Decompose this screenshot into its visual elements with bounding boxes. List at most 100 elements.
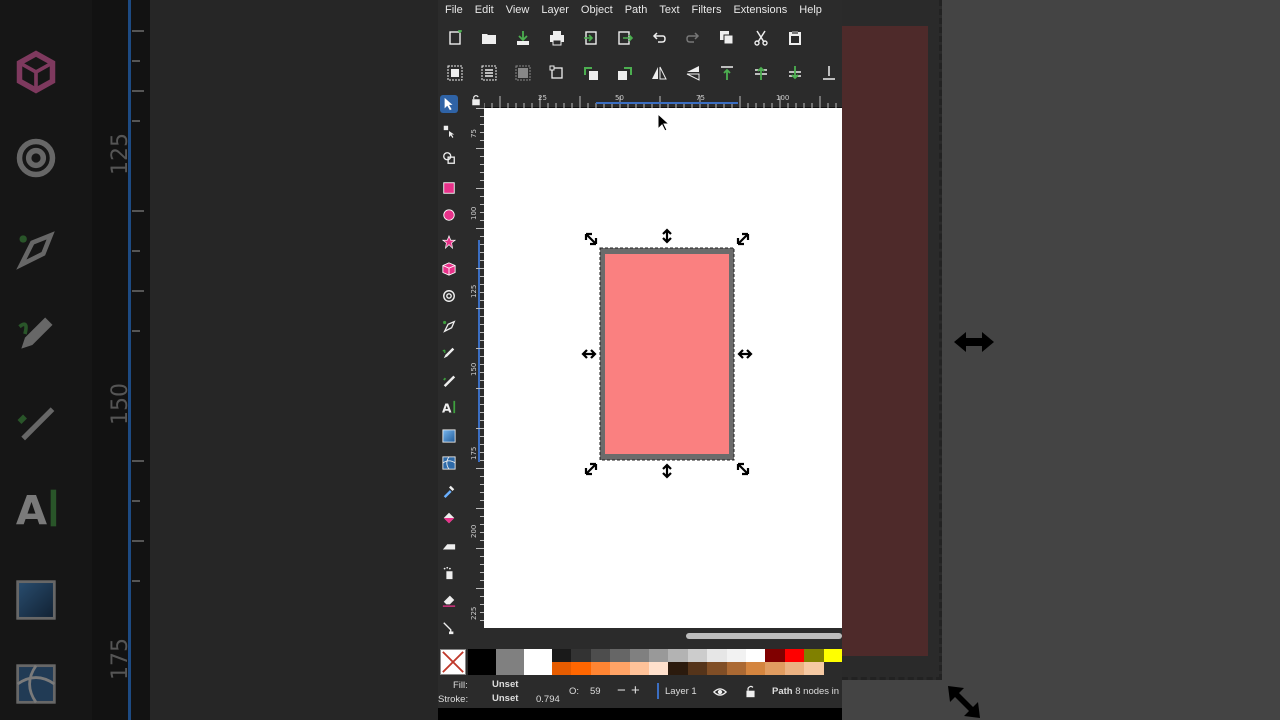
mesh-tool[interactable] [440, 454, 458, 472]
raise-to-top-icon[interactable] [716, 62, 738, 84]
handle-nw[interactable] [584, 232, 598, 246]
eraser-tool[interactable] [440, 591, 458, 609]
swatch[interactable] [629, 662, 649, 675]
spray-tool[interactable] [440, 564, 458, 582]
swatch[interactable] [610, 662, 630, 675]
select-all-layers-icon[interactable] [478, 62, 500, 84]
rectangle-tool[interactable] [440, 179, 458, 197]
swatch[interactable] [707, 662, 727, 675]
swatch[interactable] [746, 662, 766, 675]
lower-icon[interactable] [784, 62, 806, 84]
swatch[interactable] [496, 649, 524, 675]
swatch-none[interactable] [440, 649, 466, 675]
connector-tool[interactable] [440, 619, 458, 637]
fill-value[interactable]: Unset [492, 679, 518, 690]
paste-icon[interactable] [784, 27, 806, 49]
tweak-tool[interactable] [440, 149, 458, 167]
tweak-spray-tool[interactable] [440, 537, 458, 555]
canvas[interactable] [484, 108, 842, 628]
swatch[interactable] [726, 649, 746, 662]
pen-tool[interactable] [440, 317, 458, 335]
opacity-increase-button[interactable]: + [631, 682, 640, 699]
swatch[interactable] [765, 649, 785, 662]
swatch[interactable] [765, 662, 785, 675]
open-icon[interactable] [478, 27, 500, 49]
node-tool[interactable] [440, 122, 458, 140]
handle-se[interactable] [736, 462, 750, 476]
export-icon[interactable] [614, 27, 636, 49]
swatch[interactable] [823, 649, 842, 662]
swatch[interactable] [668, 662, 688, 675]
menu-path[interactable]: Path [625, 4, 648, 16]
handle-s[interactable] [662, 463, 672, 479]
swatch[interactable] [571, 662, 591, 675]
flip-vertical-icon[interactable] [682, 62, 704, 84]
star-tool[interactable] [440, 233, 458, 251]
swatch[interactable] [784, 649, 805, 662]
unlock-icon[interactable] [744, 685, 757, 698]
handle-ne[interactable] [736, 232, 750, 246]
menu-object[interactable]: Object [581, 4, 613, 16]
redo-icon[interactable] [682, 27, 704, 49]
menu-filters[interactable]: Filters [692, 4, 722, 16]
stroke-width-value[interactable]: 0.794 [536, 694, 560, 705]
rectangle-shape[interactable] [605, 254, 729, 454]
swatch[interactable] [629, 649, 649, 662]
cut-icon[interactable] [750, 27, 772, 49]
menu-extensions[interactable]: Extensions [733, 4, 787, 16]
dropper-tool[interactable] [440, 482, 458, 500]
transform-bbox-icon[interactable] [546, 62, 568, 84]
swatch[interactable] [804, 649, 824, 662]
menu-layer[interactable]: Layer [541, 4, 569, 16]
swatch[interactable] [784, 662, 805, 675]
swatch[interactable] [746, 649, 766, 662]
swatch[interactable] [707, 649, 727, 662]
opacity-input[interactable]: 59 [590, 686, 601, 697]
menu-edit[interactable]: Edit [475, 4, 494, 16]
swatch[interactable] [590, 649, 611, 662]
print-icon[interactable] [546, 27, 568, 49]
swatch[interactable] [668, 649, 688, 662]
ruler-corner[interactable] [468, 92, 484, 108]
eye-icon[interactable] [713, 685, 727, 699]
swatch[interactable] [552, 649, 572, 662]
swatch[interactable] [726, 662, 746, 675]
copy-icon[interactable] [716, 27, 738, 49]
save-icon[interactable] [512, 27, 534, 49]
swatch[interactable] [571, 649, 591, 662]
horizontal-scrollbar[interactable] [686, 633, 842, 639]
spiral-tool[interactable] [440, 287, 458, 305]
layer-select[interactable]: Layer 1 [665, 686, 697, 697]
swatch[interactable] [590, 662, 611, 675]
paint-bucket-tool[interactable] [440, 509, 458, 527]
deselect-icon[interactable] [512, 62, 534, 84]
pencil-tool[interactable] [440, 344, 458, 362]
flip-horizontal-icon[interactable] [648, 62, 670, 84]
opacity-decrease-button[interactable]: − [617, 682, 626, 699]
calligraphy-tool[interactable] [440, 371, 458, 389]
menu-help[interactable]: Help [799, 4, 822, 16]
rotate-ccw-icon[interactable] [580, 62, 602, 84]
selector-tool[interactable] [440, 95, 458, 113]
stroke-value[interactable]: Unset [492, 693, 518, 704]
raise-icon[interactable] [750, 62, 772, 84]
swatch[interactable] [610, 649, 630, 662]
swatch[interactable] [524, 649, 552, 675]
ellipse-tool[interactable] [440, 206, 458, 224]
swatch[interactable] [687, 649, 708, 662]
swatch[interactable] [552, 662, 572, 675]
gradient-tool[interactable] [440, 427, 458, 445]
swatch[interactable] [649, 649, 669, 662]
undo-icon[interactable] [648, 27, 670, 49]
swatch[interactable] [649, 662, 669, 675]
menu-view[interactable]: View [506, 4, 530, 16]
text-tool[interactable]: A [440, 398, 458, 416]
lower-to-bottom-icon[interactable] [818, 62, 840, 84]
swatch[interactable] [687, 662, 708, 675]
select-all-icon[interactable] [444, 62, 466, 84]
import-icon[interactable] [580, 27, 602, 49]
3d-box-tool[interactable] [440, 260, 458, 278]
swatch[interactable] [804, 662, 824, 675]
handle-sw[interactable] [584, 462, 598, 476]
new-document-icon[interactable] [444, 27, 466, 49]
